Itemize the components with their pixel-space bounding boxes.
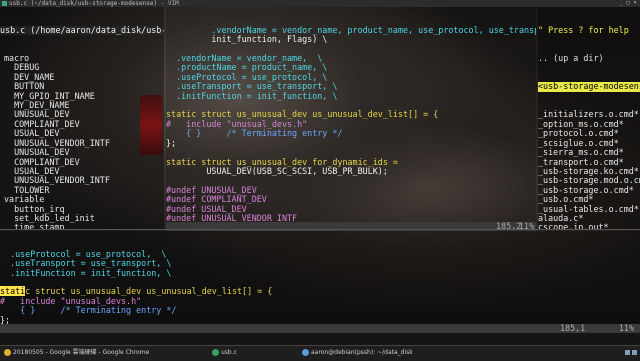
file-tree-updir[interactable]: .. (up a dir) bbox=[538, 53, 640, 63]
file-tree-help: " Press ? for help bbox=[538, 24, 629, 35]
pane-separator bbox=[0, 229, 640, 230]
tagbar-pane[interactable]: usb.c (/home/aaron/data_disk/usb-storage… bbox=[0, 7, 164, 229]
window-title: usb.c (~/data_disk/usb-storage-modesense… bbox=[9, 0, 179, 7]
app-icon bbox=[212, 349, 219, 356]
statusline-bottom-percent: 11% bbox=[618, 324, 634, 333]
taskbar-item-label: 20180505 - Google 雲端硬碟 - Google Chrome bbox=[13, 349, 150, 356]
file-tree-current-dir[interactable]: <usb-storage-modesense/ bbox=[538, 81, 640, 92]
volume-icon[interactable] bbox=[632, 350, 637, 355]
app-icon bbox=[4, 349, 11, 356]
code-line[interactable]: .initFunction = init_function, \ bbox=[0, 268, 640, 278]
editor-pane-top[interactable]: .vendorName = vendor_name, product_name,… bbox=[166, 7, 536, 229]
minimize-button[interactable]: _ bbox=[618, 1, 624, 6]
file-tree-list[interactable]: _initializers.o.cmd* _option_ms.o.cmd* _pr… bbox=[538, 110, 640, 229]
code-line[interactable]: .initFunction = init_function, \ bbox=[166, 91, 536, 101]
code-line[interactable]: { } /* Terminating entry */ bbox=[166, 128, 536, 138]
window-titlebar: usb.c (~/data_disk/usb-storage-modesense… bbox=[0, 0, 640, 7]
vim-app-icon bbox=[2, 1, 7, 6]
code-line[interactable]: init_function, Flags) \ bbox=[166, 34, 536, 44]
close-button[interactable]: × bbox=[632, 1, 638, 6]
text-cursor: stati bbox=[0, 286, 26, 297]
code-line[interactable]: }; bbox=[166, 138, 536, 148]
code-line[interactable]: USUAL_DEV(USB_SC_SCSI, USB_PR_BULK); bbox=[166, 166, 536, 176]
taskbar-item[interactable]: usb.c bbox=[210, 347, 239, 359]
file-tree-pane[interactable]: " Press ? for help .. (up a dir) <usb-st… bbox=[538, 7, 640, 229]
taskbar-item-label: aaron@debian(pssh): ~/data_disk bbox=[311, 349, 413, 356]
app-icon bbox=[302, 349, 309, 356]
tagbar-header: usb.c (/home/aaron/data_disk/usb-storage bbox=[0, 25, 164, 36]
code-line-rest: c struct us_unusual_dev us_unusual_dev_l… bbox=[25, 286, 273, 297]
editor-statusline-bottom: 185,1 11% bbox=[0, 324, 640, 333]
statusline-bottom-position: 185,1 bbox=[560, 324, 586, 333]
system-tray bbox=[624, 347, 638, 359]
code-lines[interactable]: .vendorName = vendor_name, product_name,… bbox=[166, 25, 536, 229]
code-line[interactable]: }; bbox=[0, 315, 640, 324]
taskbar: 20180505 - Google 雲端硬碟 - Google Chrome aa… bbox=[0, 345, 640, 361]
taskbar-item[interactable]: aaron@debian(pssh): ~/data_disk bbox=[300, 347, 415, 359]
taskbar-item[interactable]: 20180505 - Google 雲端硬碟 - Google Chrome bbox=[2, 347, 151, 359]
editor-pane-bottom[interactable]: .useProtocol = use_protocol, \ .useTrans… bbox=[0, 231, 640, 324]
tagbar-list[interactable]: macro DEBUG DEV_NAME BUTTON MY_GPIO_INT_… bbox=[0, 53, 164, 229]
code-line[interactable]: { } /* Terminating entry */ bbox=[0, 305, 640, 315]
maximize-button[interactable]: □ bbox=[625, 1, 631, 6]
taskbar-item-label: usb.c bbox=[221, 349, 237, 356]
code-lines-bottom[interactable]: .useProtocol = use_protocol, \ .useTrans… bbox=[0, 249, 640, 324]
network-icon[interactable] bbox=[625, 350, 630, 355]
